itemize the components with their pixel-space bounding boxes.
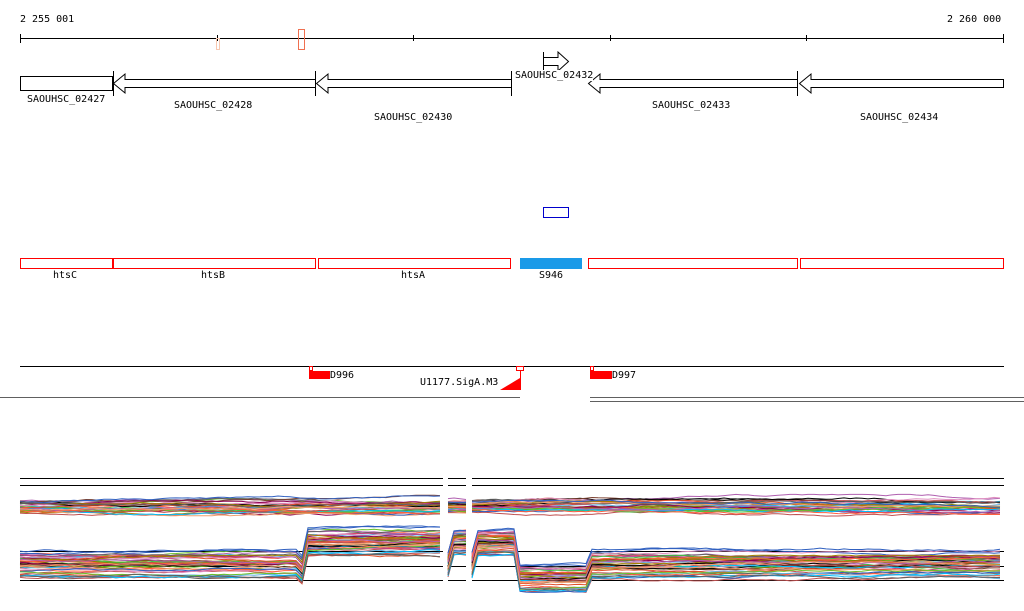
feature-S946[interactable] xyxy=(520,258,582,269)
coordinate-ruler xyxy=(20,34,1004,43)
feature-htsA[interactable] xyxy=(318,258,511,269)
gene-label: SAOUHSC_02434 xyxy=(860,112,939,123)
genome-browser-canvas xyxy=(0,29,1024,593)
feature-unnamed[interactable] xyxy=(800,258,1004,269)
site-D996-marker[interactable] xyxy=(309,366,330,380)
feature-label: htsB xyxy=(201,270,226,281)
track-separator xyxy=(0,397,1024,402)
gene-label: SAOUHSC_02432 xyxy=(515,70,594,81)
ruler-marker[interactable] xyxy=(298,29,305,50)
site-D997-marker[interactable] xyxy=(590,366,612,380)
site-label: D996 xyxy=(330,370,355,381)
feature-htsC[interactable] xyxy=(20,258,113,269)
feature-label: htsC xyxy=(53,270,78,281)
gene-label: SAOUHSC_02433 xyxy=(652,100,731,111)
expression-traces xyxy=(19,478,1004,593)
feature-unnamed[interactable] xyxy=(588,258,798,269)
gene-SAOUHSC_02433[interactable] xyxy=(587,72,798,95)
gene-SAOUHSC_02428[interactable] xyxy=(112,72,316,95)
site-U1177-marker[interactable] xyxy=(500,366,524,391)
gene-SAOUHSC_02432[interactable] xyxy=(543,50,570,73)
gene-SAOUHSC_02430[interactable] xyxy=(315,72,512,95)
site-label: U1177.SigA.M3 xyxy=(420,377,499,388)
gene-label: SAOUHSC_02430 xyxy=(374,112,453,123)
gene-label: SAOUHSC_02427 xyxy=(27,94,106,105)
feature-htsB[interactable] xyxy=(113,258,316,269)
site-label: D997 xyxy=(612,370,637,381)
gene-label: SAOUHSC_02428 xyxy=(174,100,253,111)
feature-label: htsA xyxy=(401,270,426,281)
gene-SAOUHSC_02427[interactable] xyxy=(20,76,113,91)
gene-SAOUHSC_02434[interactable] xyxy=(798,72,1004,95)
feature-label: S946 xyxy=(539,270,564,281)
blue-outline-feature[interactable] xyxy=(543,207,569,218)
